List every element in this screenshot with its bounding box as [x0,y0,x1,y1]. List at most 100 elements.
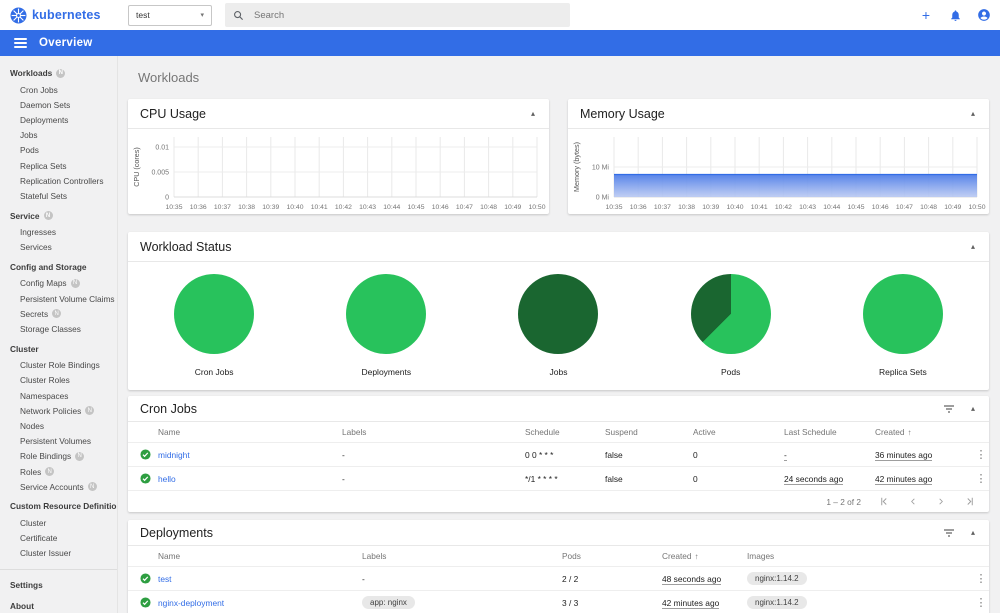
sidebar-item-replication-controllers[interactable]: Replication Controllers [0,173,117,188]
sidebar-item-role-bindings[interactable]: Role Bindings N [0,449,117,464]
column-header-name[interactable]: Name [158,551,362,561]
svg-text:10:45: 10:45 [847,204,864,211]
collapse-icon[interactable]: ▴ [969,402,977,415]
sidebar-item-roles[interactable]: Roles N [0,464,117,479]
cron-job-link[interactable]: midnight [158,450,342,460]
sidebar-item-cluster[interactable]: Cluster [0,515,117,530]
sidebar-item-persistent-volumes[interactable]: Persistent Volumes [0,434,117,449]
sidebar-item-cron-jobs[interactable]: Cron Jobs [0,82,117,97]
sidebar-item-config-and-storage: Config and Storage [0,258,117,276]
deployment-link[interactable]: nginx-deployment [158,598,362,608]
sidebar-item-replica-sets[interactable]: Replica Sets [0,158,117,173]
sidebar-item-pods[interactable]: Pods [0,143,117,158]
memory-usage-title: Memory Usage [580,106,665,121]
filter-button[interactable] [943,404,955,414]
column-header-name[interactable]: Name [158,427,342,437]
cron-jobs-header-row: Name Labels Schedule Suspend Active Last… [128,422,989,443]
add-icon: + [921,7,931,23]
sidebar-item-secrets[interactable]: Secrets N [0,306,117,321]
pie-label: Jobs [549,367,568,377]
row-menu-kebab-icon[interactable]: ⋮ [973,596,989,609]
column-header-created[interactable]: Created ↑ [662,551,747,561]
deployments-card: Deployments ▴ Name Labels Pods Created ↑… [128,520,989,613]
search-bar[interactable] [225,3,570,27]
sidebar-item-about[interactable]: About [0,597,117,613]
sidebar-item-label: Cluster [10,343,39,354]
sidebar-item-ingresses[interactable]: Ingresses [0,225,117,240]
svg-text:0.005: 0.005 [151,170,169,177]
sidebar-item-daemon-sets[interactable]: Daemon Sets [0,97,117,112]
table-row: nginx-deployment app: nginx 3 / 3 42 min… [128,591,989,613]
collapse-icon[interactable]: ▴ [969,107,977,120]
first-page-icon[interactable] [879,497,889,506]
filter-button[interactable] [943,528,955,538]
svg-text:CPU (cores): CPU (cores) [132,147,141,187]
sidebar-item-nodes[interactable]: Nodes [0,418,117,433]
svg-text:10:49: 10:49 [504,204,521,211]
sidebar-item-cluster-issuer[interactable]: Cluster Issuer [0,546,117,561]
column-header-images[interactable]: Images [747,551,973,561]
column-header-active[interactable]: Active [693,427,784,437]
sidebar-item-label: Storage Classes [20,324,81,335]
sidebar-item-jobs[interactable]: Jobs [0,128,117,143]
cell-labels: - [342,449,345,460]
column-header-last-schedule[interactable]: Last Schedule [784,427,875,437]
hamburger-menu-icon[interactable] [14,36,27,50]
row-menu-kebab-icon[interactable]: ⋮ [973,572,989,585]
svg-text:10:37: 10:37 [654,204,671,211]
user-profile-button[interactable] [976,7,992,23]
last-page-icon[interactable] [965,497,975,506]
sidebar-item-service[interactable]: Service N [0,207,117,225]
row-menu-kebab-icon[interactable]: ⋮ [973,448,989,461]
sidebar-item-persistent-volume-claims[interactable]: Persistent Volume ClaimsN [0,291,117,306]
sidebar-item-settings[interactable]: Settings [0,576,117,594]
column-header-schedule[interactable]: Schedule [525,427,605,437]
collapse-icon[interactable]: ▴ [529,107,537,120]
sidebar-item-network-policies[interactable]: Network Policies N [0,403,117,418]
column-header-suspend[interactable]: Suspend [605,427,693,437]
cell-labels: - [362,573,365,584]
deployment-link[interactable]: test [158,574,362,584]
sidebar-item-storage-classes[interactable]: Storage Classes [0,321,117,336]
image-chip: nginx:1.14.2 [747,572,807,585]
svg-text:10:38: 10:38 [238,204,255,211]
svg-text:10:46: 10:46 [432,204,449,211]
workload-status-pies: Cron Jobs Deployments Jobs Pods Replica … [128,262,989,377]
sidebar-item-service-accounts[interactable]: Service Accounts N [0,479,117,494]
sidebar-item-cluster-role-bindings[interactable]: Cluster Role Bindings [0,358,117,373]
sidebar-item-label: Workloads [10,68,53,78]
sidebar-item-cluster-roles[interactable]: Cluster Roles [0,373,117,388]
column-header-pods[interactable]: Pods [562,551,662,561]
kubernetes-logo[interactable]: kubernetes [10,7,118,24]
search-input[interactable] [254,9,562,21]
column-header-labels[interactable]: Labels [342,427,525,437]
cell-pods: 2 / 2 [562,573,579,584]
collapse-icon[interactable]: ▴ [969,240,977,253]
notifications-button[interactable] [947,7,963,23]
row-menu-kebab-icon[interactable]: ⋮ [973,472,989,485]
next-page-icon[interactable] [937,497,945,506]
previous-page-icon[interactable] [909,497,917,506]
column-header-labels[interactable]: Labels [362,551,562,561]
sidebar-item-namespaces[interactable]: Namespaces [0,388,117,403]
sidebar-item-stateful-sets[interactable]: Stateful Sets [0,188,117,203]
svg-text:10:41: 10:41 [311,204,328,211]
sidebar-item-label: Services [20,242,52,253]
svg-text:10:42: 10:42 [335,204,352,211]
cron-job-link[interactable]: hello [158,474,342,484]
create-resource-button[interactable]: + [918,7,934,23]
sidebar-item-label: Nodes [20,420,44,431]
sidebar-item-deployments[interactable]: Deployments [0,112,117,127]
sidebar-item-services[interactable]: Services [0,240,117,255]
cell-suspend: false [605,449,623,460]
svg-text:10:39: 10:39 [262,204,279,211]
namespace-selector[interactable]: test ▾ [128,4,212,26]
sidebar-item-config-maps[interactable]: Config Maps N [0,276,117,291]
sidebar-item-workloads[interactable]: Workloads N [0,64,117,82]
search-icon [234,10,244,20]
column-header-created[interactable]: Created ↑ [875,427,973,437]
cpu-usage-chart: 0 0.005 0.01 10:35 10:36 10:37 10:38 10:39 10:40… [128,129,549,213]
sidebar-item-certificate[interactable]: Certificate [0,531,117,546]
namespaced-badge: N [45,467,55,477]
collapse-icon[interactable]: ▴ [969,526,977,539]
